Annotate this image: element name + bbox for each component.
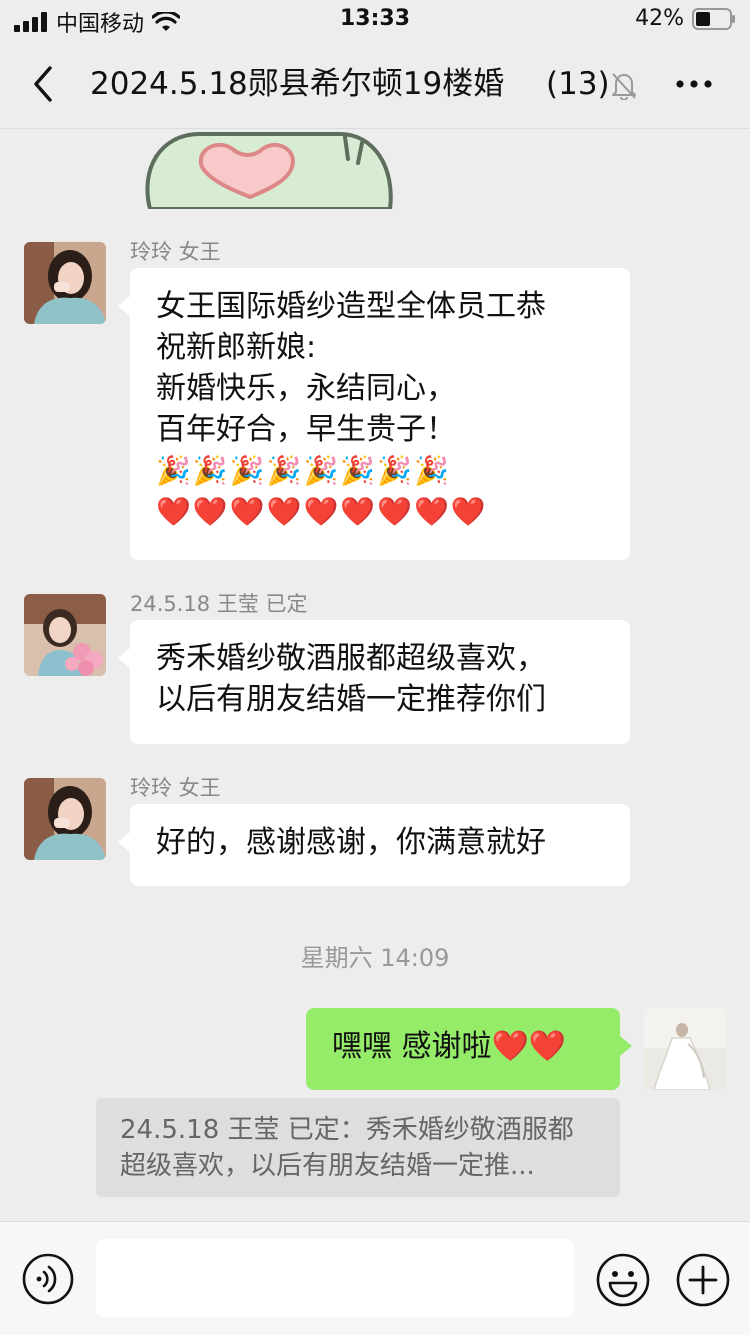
avatar-lingling[interactable] <box>24 242 106 324</box>
message-bubble[interactable]: 好的，感谢感谢，你满意就好 <box>118 804 630 886</box>
message-input[interactable] <box>96 1239 574 1317</box>
mute-bell-icon <box>612 73 636 100</box>
message-bubble[interactable]: 秀禾婚纱敬酒服都超级喜欢， 以后有朋友结婚一定推荐你们 <box>118 620 630 744</box>
avatar-photo <box>644 1008 726 1090</box>
sender-name: 24.5.18 王莹 已定 <box>130 592 308 616</box>
my-message-bubble[interactable]: 嘿嘿 感谢啦❤️❤️ <box>306 1008 632 1090</box>
avatar-photo <box>24 594 106 676</box>
my-avatar[interactable] <box>644 1008 726 1090</box>
chat-header: 2024.5.18郧县希尔顿19楼婚 (13) <box>0 42 750 129</box>
message-line: 祝新郎新娘: <box>156 330 317 365</box>
quoted-message[interactable]: 24.5.18 王莹 已定：秀禾婚纱敬酒服都 超级喜欢，以后有朋友结婚一定推..… <box>96 1098 620 1197</box>
sticker-image[interactable] <box>140 129 400 209</box>
emoji-icon[interactable] <box>596 1253 650 1307</box>
avatar-lingling[interactable] <box>24 778 106 860</box>
voice-icon[interactable] <box>22 1253 74 1305</box>
avatar-photo <box>24 242 106 324</box>
more-options-icon[interactable] <box>672 70 716 98</box>
party-emoji-row: 🎉🎉🎉🎉🎉🎉🎉🎉 <box>156 454 451 487</box>
message-line: 好的，感谢感谢，你满意就好 <box>156 825 546 860</box>
message-line: 女王国际婚纱造型全体员工恭 <box>156 289 546 324</box>
back-icon[interactable] <box>26 62 62 106</box>
battery-icon <box>692 7 735 30</box>
plus-icon[interactable] <box>676 1253 730 1307</box>
chat-title[interactable]: 2024.5.18郧县希尔顿19楼婚 <box>90 62 535 106</box>
member-count: (13) <box>546 66 610 102</box>
message-line: 百年好合，早生贵子！ <box>156 412 456 447</box>
sender-name: 玲玲 女王 <box>130 776 221 800</box>
quote-line: 超级喜欢，以后有朋友结婚一定推... <box>120 1151 535 1181</box>
time-divider: 星期六 14:09 <box>300 944 450 972</box>
avatar-wangying[interactable] <box>24 594 106 676</box>
message-line: 以后有朋友结婚一定推荐你们 <box>156 682 546 717</box>
heart-emoji-row: ❤️❤️❤️❤️❤️❤️❤️❤️❤️ <box>156 495 488 528</box>
status-right: 42% <box>635 6 736 31</box>
message-bubble[interactable]: 女王国际婚纱造型全体员工恭 祝新郎新娘: 新婚快乐，永结同心， 百年好合，早生贵… <box>118 268 630 560</box>
battery-percent: 42% <box>635 6 684 31</box>
quote-line: 24.5.18 王莹 已定：秀禾婚纱敬酒服都 <box>120 1115 574 1145</box>
avatar-photo <box>24 778 106 860</box>
chat-messages[interactable]: 玲玲 女王 女王国际婚纱造型全体员工恭 祝新郎新娘: 新婚快乐，永结同心， 百年… <box>0 129 750 1221</box>
message-line: 新婚快乐，永结同心， <box>156 371 456 406</box>
message-line: 秀禾婚纱敬酒服都超级喜欢， <box>156 641 546 676</box>
input-bar <box>0 1221 750 1335</box>
status-bar: 中国移动 13:33 42% <box>0 0 750 42</box>
sender-name: 玲玲 女王 <box>130 240 221 264</box>
message-line: 嘿嘿 感谢啦❤️❤️ <box>332 1029 567 1064</box>
